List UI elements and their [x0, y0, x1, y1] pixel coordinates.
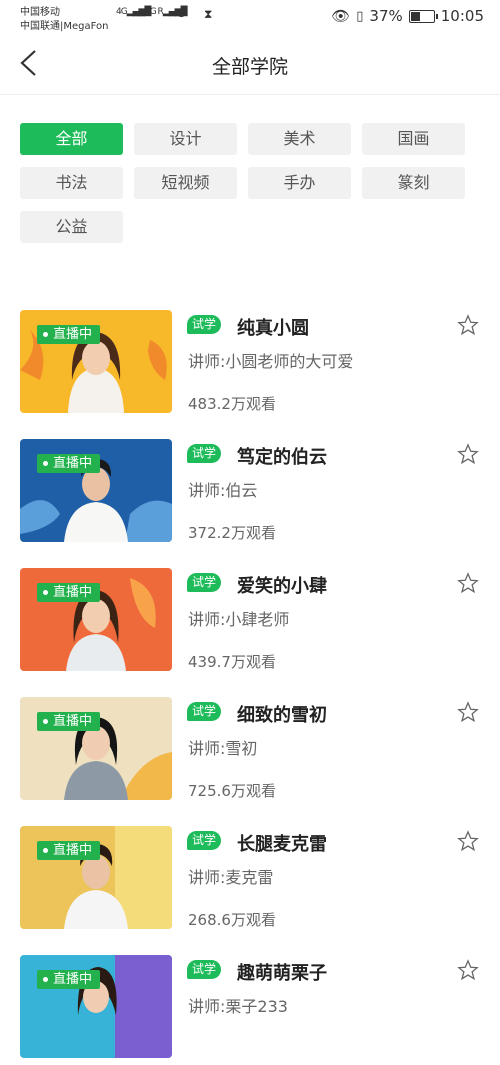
course-item[interactable]: 直播中 试学 趣萌萌栗子 讲师:栗子233 — [0, 955, 500, 1065]
live-badge: 直播中 — [37, 454, 101, 473]
hourglass-icon: ⧗ — [204, 7, 213, 21]
course-title: 爱笑的小肆 — [237, 576, 327, 597]
course-thumbnail[interactable]: 直播中 — [20, 439, 172, 542]
category-chip-art[interactable]: 美术 — [248, 123, 351, 155]
course-item[interactable]: 直播中 试学 爱笑的小肆 讲师:小肆老师 439.7万观看 — [0, 568, 500, 678]
course-teacher: 讲师:小肆老师 — [188, 610, 290, 629]
course-thumbnail[interactable]: 直播中 — [20, 310, 172, 413]
course-thumbnail[interactable]: 直播中 — [20, 697, 172, 800]
live-badge: 直播中 — [37, 712, 101, 731]
star-icon[interactable] — [457, 572, 479, 594]
clock: 10:05 — [440, 7, 484, 25]
battery-percent: 37% — [369, 7, 403, 25]
vibrate-icon: ▯ — [356, 8, 364, 24]
trial-badge: 试学 — [187, 831, 222, 850]
category-chip-all[interactable]: 全部 — [20, 123, 123, 155]
course-thumbnail[interactable]: 直播中 — [20, 826, 172, 929]
star-icon[interactable] — [457, 830, 479, 852]
course-item[interactable]: 直播中 试学 长腿麦克雷 讲师:麦克雷 268.6万观看 — [0, 826, 500, 936]
star-icon[interactable] — [457, 314, 479, 336]
category-chip-seal-carving[interactable]: 篆刻 — [362, 167, 465, 199]
category-chip-charity[interactable]: 公益 — [20, 211, 123, 243]
course-views: 439.7万观看 — [188, 653, 276, 671]
category-chip-short-video[interactable]: 短视频 — [134, 167, 237, 199]
category-chip-chinese-painting[interactable]: 国画 — [362, 123, 465, 155]
trial-badge: 试学 — [187, 315, 222, 334]
star-icon[interactable] — [457, 959, 479, 981]
live-badge: 直播中 — [37, 970, 101, 989]
course-teacher: 讲师:雪初 — [188, 739, 258, 758]
hotspot-icon: ⊚ — [176, 6, 187, 21]
course-thumbnail[interactable]: 直播中 — [20, 568, 172, 671]
live-badge: 直播中 — [37, 325, 101, 344]
trial-badge: 试学 — [187, 960, 222, 979]
course-views: 372.2万观看 — [188, 524, 276, 542]
page-header: 全部学院 — [0, 34, 500, 95]
trial-badge: 试学 — [187, 702, 222, 721]
category-chip-figure[interactable]: 手办 — [248, 167, 351, 199]
live-badge: 直播中 — [37, 841, 101, 860]
course-title: 趣萌萌栗子 — [237, 963, 327, 984]
star-icon[interactable] — [457, 701, 479, 723]
status-bar: 中国移动 中国联通|MegaFon 4G▂▄▆█ 4G R▂▄▆█ ⊚ ⧗ 👁 … — [0, 0, 500, 34]
category-chip-calligraphy[interactable]: 书法 — [20, 167, 123, 199]
page-title: 全部学院 — [211, 56, 288, 78]
trial-badge: 试学 — [187, 444, 222, 463]
carrier-1: 中国移动 — [20, 7, 60, 18]
category-chip-design[interactable]: 设计 — [134, 123, 237, 155]
course-title: 笃定的伯云 — [237, 447, 327, 468]
course-teacher: 讲师:伯云 — [188, 481, 258, 500]
course-item[interactable]: 直播中 试学 笃定的伯云 讲师:伯云 372.2万观看 — [0, 439, 500, 549]
live-badge: 直播中 — [37, 583, 101, 602]
course-teacher: 讲师:小圆老师的大可爱 — [188, 352, 354, 371]
carrier-2: 中国联通|MegaFon — [20, 21, 109, 32]
course-thumbnail[interactable]: 直播中 — [20, 955, 172, 1058]
course-views: 725.6万观看 — [188, 782, 276, 800]
eye-icon: 👁 — [331, 7, 351, 25]
course-item[interactable]: 直播中 试学 细致的雪初 讲师:雪初 725.6万观看 — [0, 697, 500, 807]
course-views: 268.6万观看 — [188, 911, 276, 929]
battery-icon — [408, 9, 438, 23]
trial-badge: 试学 — [187, 573, 222, 592]
star-icon[interactable] — [457, 443, 479, 465]
course-title: 长腿麦克雷 — [237, 834, 327, 855]
course-item[interactable]: 直播中 试学 纯真小圆 讲师:小圆老师的大可爱 483.2万观看 — [0, 310, 500, 420]
course-teacher: 讲师:麦克雷 — [188, 868, 274, 887]
course-views: 483.2万观看 — [188, 395, 276, 413]
category-filter: 全部 设计 美术 国画 书法 短视频 手办 篆刻 公益 — [20, 123, 480, 243]
course-teacher: 讲师:栗子233 — [188, 997, 288, 1016]
course-title: 纯真小圆 — [237, 318, 309, 339]
course-title: 细致的雪初 — [237, 705, 327, 726]
